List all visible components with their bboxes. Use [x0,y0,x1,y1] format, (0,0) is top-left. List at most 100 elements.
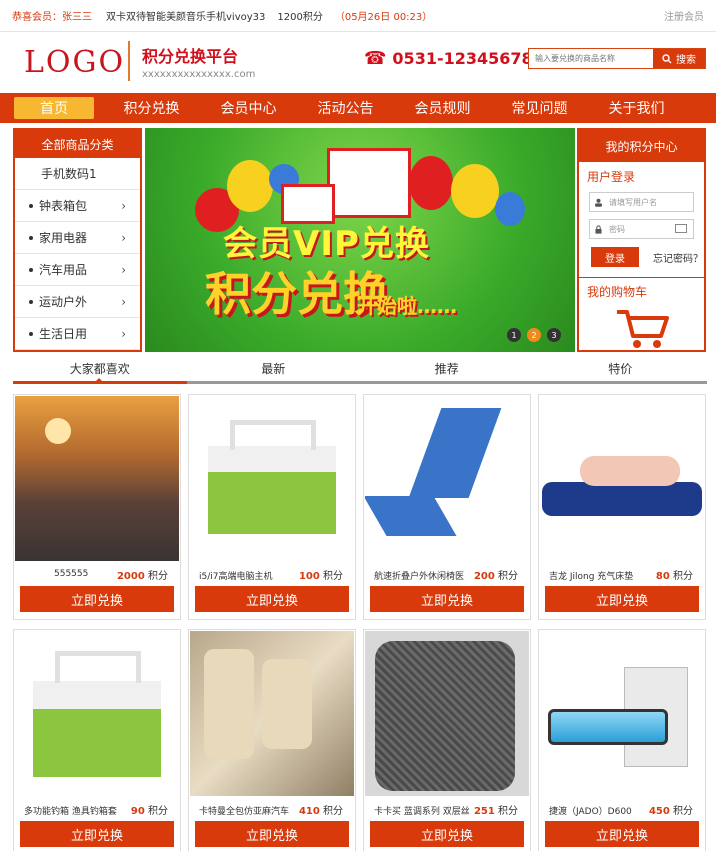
price-value: 2000 [116,571,145,582]
product-price: 90 积分 [131,802,168,817]
tab-recommended[interactable]: 推荐 [360,356,534,381]
phone: ☎ 0531-12345678 [364,48,533,69]
username-link[interactable]: 张三三 [62,12,92,23]
banner-dot[interactable]: 1 [507,328,521,342]
search-button[interactable]: 搜索 [653,49,705,68]
member-title: 我的积分中心 [579,130,704,162]
product-price: 80 积分 [656,567,693,582]
forgot-password-link[interactable]: 忘记密码？ [653,250,703,265]
product-image[interactable] [190,631,354,796]
category-item[interactable]: 生活日用 › [15,318,140,350]
search-box: 搜索 [528,48,706,69]
price-value: 100 [298,571,320,582]
product-price: 251 积分 [474,802,518,817]
tab-newest[interactable]: 最新 [187,356,361,381]
nav-home[interactable]: 首页 [14,97,94,119]
redeem-button[interactable]: 立即兑换 [20,586,174,612]
category-item[interactable]: 手机数码1 [15,158,140,190]
chevron-right-icon: › [121,263,126,277]
product-image[interactable] [540,396,704,561]
price-unit: 积分 [323,571,343,582]
handle-icon [55,651,141,683]
login-button[interactable]: 登录 [591,247,639,267]
nav-about[interactable]: 关于我们 [588,93,685,123]
price-unit: 积分 [498,571,518,582]
banner-pager: 1 2 3 [507,328,561,342]
redeem-button[interactable]: 立即兑换 [195,821,349,847]
redeem-button[interactable]: 立即兑换 [20,821,174,847]
product-price: 410 积分 [299,802,343,817]
redeem-button[interactable]: 立即兑换 [370,821,524,847]
tab-special[interactable]: 特价 [534,356,708,381]
category-item[interactable]: 运动户外 › [15,286,140,318]
password-field[interactable]: 密码 [589,219,694,239]
category-item[interactable]: 家用电器 › [15,222,140,254]
promo-banner[interactable]: 会员VIP兑换 积分兑换 开始啦…… 1 2 3 [145,128,575,352]
product-card: 555555 2000 积分 立即兑换 [13,394,181,620]
product-image[interactable] [15,396,179,561]
nav-points-exchange[interactable]: 积分兑换 [103,93,200,123]
product-image[interactable] [365,631,529,796]
nav-member-center[interactable]: 会员中心 [200,93,297,123]
bullet-icon [29,299,33,304]
tab-label: 最新 [261,362,286,376]
category-label: 运动户外 [39,295,88,309]
price-value: 251 [473,806,495,817]
phone-number: 0531-12345678 [392,49,533,68]
product-card: 捷渡（JADO）D600 450 积分 立即兑换 [538,629,706,851]
redeem-button[interactable]: 立即兑换 [545,586,699,612]
nav-faq[interactable]: 常见问题 [491,93,588,123]
product-image[interactable] [190,396,354,561]
login-row: 登录 忘记密码？ [591,247,704,267]
product-card: 卡卡买 蓝调系列 双层丝 251 积分 立即兑换 [363,629,531,851]
mirror-icon [548,709,668,745]
search-icon [662,53,672,63]
register-link[interactable]: 注册会员 [664,8,704,23]
bullet-icon [29,203,33,208]
price-unit: 积分 [323,806,343,817]
banner-dot[interactable]: 3 [547,328,561,342]
chevron-right-icon: › [121,327,126,341]
category-item[interactable]: 钟表箱包 › [15,190,140,222]
product-name: 吉龙 Jilong 充气床垫 [549,572,634,582]
username-placeholder: 请填写用户名 [609,197,657,207]
logo[interactable]: LOGO [24,45,125,80]
nav-announcements[interactable]: 活动公告 [297,93,394,123]
product-card: 多功能钓箱 渔具钓箱套 90 积分 立即兑换 [13,629,181,851]
product-card: 吉龙 Jilong 充气床垫 80 积分 立即兑换 [538,394,706,620]
phone-icon: ☎ [364,48,387,69]
product-image[interactable] [15,631,179,796]
top-bar: 恭喜会员：张三三 双卡双待智能美颜音乐手机vivoy33 1200积分 （05月… [0,0,716,32]
keyboard-icon[interactable] [675,224,687,233]
banner-dot-active[interactable]: 2 [527,328,541,342]
product-price: 100 积分 [299,567,343,582]
price-value: 80 [655,571,670,582]
category-label: 家用电器 [39,231,88,245]
redeem-button[interactable]: 立即兑换 [370,586,524,612]
price-value: 450 [648,806,670,817]
search-input[interactable] [529,49,653,68]
bullet-icon [29,267,33,272]
product-image[interactable] [540,631,704,796]
redeem-button[interactable]: 立即兑换 [195,586,349,612]
price-unit: 积分 [148,806,168,817]
category-item[interactable]: 汽车用品 › [15,254,140,286]
price-unit: 积分 [498,806,518,817]
nav-member-rules[interactable]: 会员规则 [394,93,491,123]
banner-subtitle: 开始啦…… [357,294,457,318]
search-label: 搜索 [676,55,696,66]
exchange-message[interactable]: 双卡双待智能美颜音乐手机vivoy33 [106,8,265,23]
price-value: 410 [298,806,320,817]
shopping-cart-icon[interactable] [615,308,671,350]
redeem-button[interactable]: 立即兑换 [545,821,699,847]
category-title: 全部商品分类 [15,130,140,158]
balloon-icon [451,164,499,218]
login-title: 用户登录 [587,170,636,184]
air-mattress-icon [542,482,702,516]
product-tabs: 大家都喜欢 最新 推荐 特价 [13,356,707,384]
user-icon [595,198,602,207]
product-image[interactable] [365,396,529,561]
username-field[interactable]: 请填写用户名 [589,192,694,212]
bullet-icon [29,235,33,240]
tab-popular[interactable]: 大家都喜欢 [13,356,187,384]
